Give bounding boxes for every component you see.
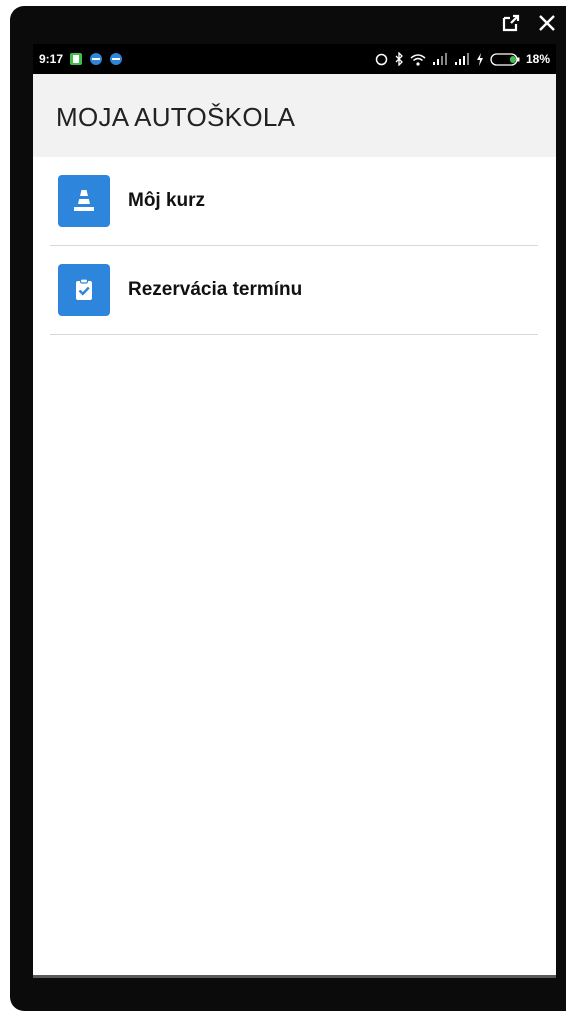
battery-level: 18% (525, 52, 550, 66)
clipboard-check-icon (58, 264, 110, 316)
traffic-cone-icon (58, 175, 110, 227)
viewport: 9:17 18% MOJA AUTOŠKOLA Môj kurz Rezervá… (0, 0, 566, 1011)
notification-app-icon (69, 52, 83, 66)
window-controls (500, 12, 558, 34)
status-bar: 9:17 18% (33, 44, 556, 74)
sync-icon (375, 53, 388, 66)
phone-screen: 9:17 18% MOJA AUTOŠKOLA Môj kurz Rezervá… (33, 44, 556, 978)
signal-icon (454, 53, 470, 65)
menu-item-my-course[interactable]: Môj kurz (50, 157, 538, 246)
open-external-icon[interactable] (500, 12, 522, 34)
main-menu: Môj kurz Rezervácia termínu (33, 157, 556, 335)
wifi-icon (410, 53, 426, 66)
signal-icon (432, 53, 448, 65)
menu-item-label: Môj kurz (128, 190, 206, 211)
status-time: 9:17 (39, 52, 64, 66)
messenger-icon (89, 52, 103, 66)
page-title: MOJA AUTOŠKOLA (56, 102, 296, 132)
close-icon[interactable] (536, 12, 558, 34)
battery-icon (490, 52, 520, 66)
bluetooth-icon (394, 52, 404, 66)
messenger-icon (109, 52, 123, 66)
app-bar: MOJA AUTOŠKOLA (33, 74, 556, 157)
bottom-divider (33, 975, 556, 978)
menu-item-label: Rezervácia termínu (128, 279, 303, 300)
menu-item-reservation[interactable]: Rezervácia termínu (50, 246, 538, 335)
charging-icon (476, 52, 484, 66)
